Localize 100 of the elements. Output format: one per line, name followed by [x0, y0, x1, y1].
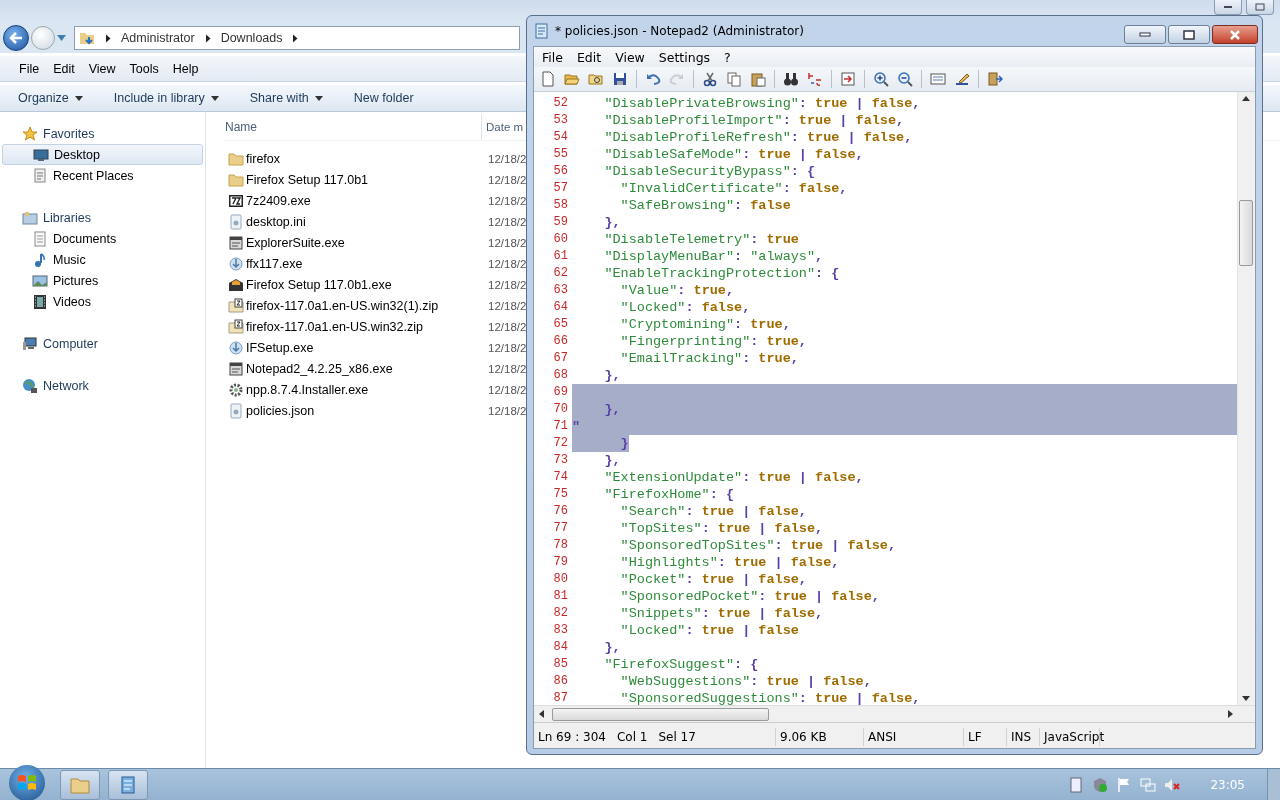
binoculars-icon[interactable] [783, 71, 799, 87]
menu-item[interactable]: View [81, 59, 123, 78]
file-date: 12/18/2 [488, 194, 527, 207]
shield-check-icon[interactable] [1092, 776, 1109, 793]
chevron-icon[interactable] [204, 33, 211, 43]
file-name[interactable]: npp.8.7.4.Installer.exe [246, 382, 486, 397]
command-button[interactable]: New folder [345, 88, 422, 108]
menu-item[interactable]: File [538, 49, 569, 65]
file-name[interactable]: Firefox Setup 117.0b1.exe [246, 277, 486, 292]
menu-item[interactable]: Tools [122, 59, 166, 78]
chevron-icon[interactable] [105, 33, 111, 43]
nav-item[interactable]: Documents [2, 228, 203, 249]
minimize-button[interactable] [1124, 25, 1166, 44]
nav-item[interactable]: Desktop [2, 144, 203, 165]
scroll-left-icon[interactable] [539, 710, 544, 718]
status-text: 9.06 KB [780, 730, 827, 744]
file-name[interactable]: ffx117.exe [246, 256, 486, 271]
chevron-icon[interactable] [292, 33, 299, 43]
scrollbar-thumb[interactable] [552, 708, 769, 721]
vertical-scrollbar[interactable] [1237, 92, 1255, 705]
file-date: 12/18/2 [488, 236, 527, 249]
menu-item[interactable]: View [611, 49, 651, 65]
close-button[interactable] [1212, 25, 1258, 44]
code-line: "SponsoredSuggestions": true | false, [619, 691, 921, 705]
file-name[interactable]: desktop.ini [246, 214, 486, 229]
minimize-button[interactable] [1214, 0, 1242, 15]
dropdown-icon[interactable] [57, 35, 66, 41]
nav-item[interactable]: Videos [2, 291, 203, 312]
browse-folder-icon[interactable] [588, 71, 604, 87]
menu-item[interactable]: Settings [654, 49, 717, 65]
nav-item[interactable]: Libraries [2, 207, 203, 228]
file-name[interactable]: policies.json [246, 403, 486, 418]
taskbar-button[interactable] [60, 769, 100, 800]
zoom-in-icon[interactable] [873, 71, 889, 87]
file-name[interactable]: Firefox Setup 117.0b1 [246, 172, 486, 187]
file-name[interactable]: firefox-117.0a1.en-US.win32.zip [246, 319, 486, 334]
horizontal-scrollbar[interactable] [534, 706, 1255, 723]
line-number: 86 [552, 673, 568, 690]
copy-icon[interactable] [726, 71, 742, 87]
new-file-icon[interactable] [540, 71, 556, 87]
open-folder-icon[interactable] [564, 71, 580, 87]
file-date: 12/18/2 [488, 362, 527, 375]
line-number: 61 [552, 248, 568, 265]
menu-item[interactable]: ? [720, 49, 737, 65]
undo-icon[interactable] [645, 71, 661, 87]
notepad-icon [120, 775, 136, 794]
line-number: 55 [552, 146, 568, 163]
file-name[interactable]: firefox [246, 151, 486, 166]
command-button[interactable]: Include in library [105, 88, 227, 108]
command-button[interactable]: Share with [241, 88, 331, 108]
code-line: "EnableTrackingProtection": { [603, 266, 840, 281]
column-header[interactable]: Date m [481, 114, 524, 140]
menu-item[interactable]: Edit [46, 59, 82, 78]
scroll-up-icon[interactable] [1242, 96, 1250, 101]
file-name[interactable]: 7z2409.exe [246, 193, 486, 208]
maximize-button[interactable] [1168, 25, 1210, 44]
back-button[interactable] [3, 25, 29, 51]
document-icon[interactable] [1068, 776, 1085, 793]
nav-item[interactable]: Network [2, 375, 203, 396]
nav-item[interactable]: Pictures [2, 270, 203, 291]
replace-icon[interactable] [807, 71, 823, 87]
code-line: "SponsoredPocket": true | false, [619, 589, 880, 604]
cut-icon[interactable] [702, 71, 718, 87]
document-icon [32, 230, 48, 247]
code-line: }, [603, 640, 621, 655]
menu-item[interactable]: File [12, 59, 47, 78]
nav-item[interactable]: Favorites [2, 123, 203, 144]
file-name[interactable]: IFSetup.exe [246, 340, 486, 355]
paste-icon[interactable] [750, 71, 766, 87]
command-button[interactable]: Organize [10, 88, 91, 108]
file-name[interactable]: Notepad2_4.2.25_x86.exe [246, 361, 486, 376]
breadcrumb[interactable]: Administrator [121, 31, 195, 45]
nav-item[interactable]: Recent Places [2, 165, 203, 186]
taskbar-button[interactable] [108, 769, 148, 800]
pencil-icon[interactable] [954, 71, 970, 87]
file-date: 12/18/2 [488, 257, 527, 270]
file-name[interactable]: firefox-117.0a1.en-US.win32(1).zip [246, 298, 486, 313]
nav-item[interactable]: Computer [2, 333, 203, 354]
zoom-out-icon[interactable] [897, 71, 913, 87]
folder-icon [79, 30, 95, 46]
menu-item[interactable]: Help [165, 59, 206, 78]
line-number: 77 [552, 520, 568, 537]
nav-item[interactable]: Music [2, 249, 203, 270]
column-header[interactable]: Name [224, 120, 481, 134]
window-title: * policies.json - Notepad2 (Administrator) [555, 24, 805, 38]
line-number: 62 [552, 265, 568, 282]
save-icon[interactable] [612, 71, 628, 87]
start-button[interactable] [9, 764, 45, 800]
scroll-right-icon[interactable] [1228, 710, 1233, 718]
address-bar[interactable]: Administrator Downloads [74, 26, 520, 50]
code-line: "FirefoxSuggest": { [603, 657, 759, 672]
window-icon[interactable] [930, 71, 946, 87]
line-number: 81 [552, 588, 568, 605]
picture-icon [32, 272, 48, 289]
breadcrumb[interactable]: Downloads [220, 31, 283, 45]
scroll-down-icon[interactable] [1242, 696, 1250, 701]
menu-item[interactable]: Edit [572, 49, 608, 65]
scrollbar-thumb[interactable] [1239, 200, 1253, 266]
file-name[interactable]: ExplorerSuite.exe [246, 235, 486, 250]
exit-icon[interactable] [987, 71, 1003, 87]
